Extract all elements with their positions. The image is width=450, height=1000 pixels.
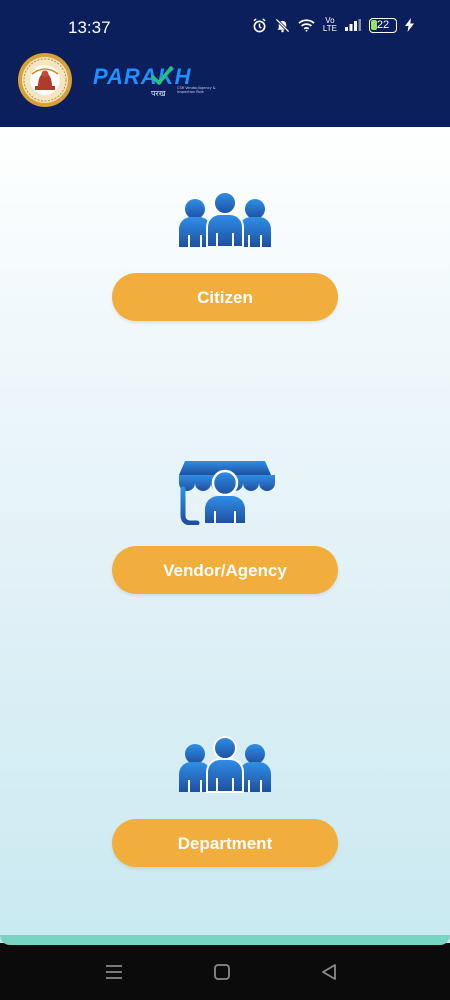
status-icons: Vo LTE 22 (252, 17, 414, 33)
role-selection-panel: Citizen Vendor/Agency Department (0, 127, 450, 943)
app-root: 13:37 Vo LTE 22 PARAKH परख CSR Vendor/Ag… (0, 0, 450, 1000)
volte-icon: Vo LTE (322, 16, 337, 33)
state-emblem-icon (18, 53, 72, 107)
parakh-logo: PARAKH परख CSR Vendor/Agency & Inspectio… (93, 62, 233, 102)
alarm-icon (253, 17, 266, 32)
vendor-agency-button[interactable]: Vendor/Agency (112, 546, 338, 594)
department-group-icon (179, 736, 271, 793)
citizen-button[interactable]: Citizen (112, 273, 338, 321)
logo-tagline: CSR Vendor/Agency & Inspection Role (177, 86, 216, 94)
back-icon[interactable] (321, 964, 337, 980)
logo-check-icon (151, 66, 173, 85)
system-nav-bar (0, 945, 450, 1000)
department-button[interactable]: Department (112, 819, 338, 867)
citizen-group-icon (179, 191, 271, 248)
home-icon[interactable] (214, 964, 230, 980)
panel-bottom-edge (0, 935, 450, 945)
status-time: 13:37 (68, 18, 111, 37)
battery-icon: 22 (369, 17, 397, 33)
wifi-icon (298, 19, 315, 32)
logo-hindi-text: परख (151, 89, 166, 98)
top-app-bar: 13:37 Vo LTE 22 PARAKH परख CSR Vendor/Ag… (0, 0, 450, 127)
status-bar: 13:37 Vo LTE 22 (0, 0, 450, 52)
signal-icon (345, 19, 361, 31)
mute-icon (275, 17, 290, 33)
charging-icon (405, 18, 414, 32)
vendor-stall-icon (179, 461, 275, 525)
battery-level: 22 (376, 19, 390, 31)
app-header: PARAKH परख CSR Vendor/Agency & Inspectio… (0, 52, 450, 127)
menu-icon[interactable] (106, 965, 122, 979)
